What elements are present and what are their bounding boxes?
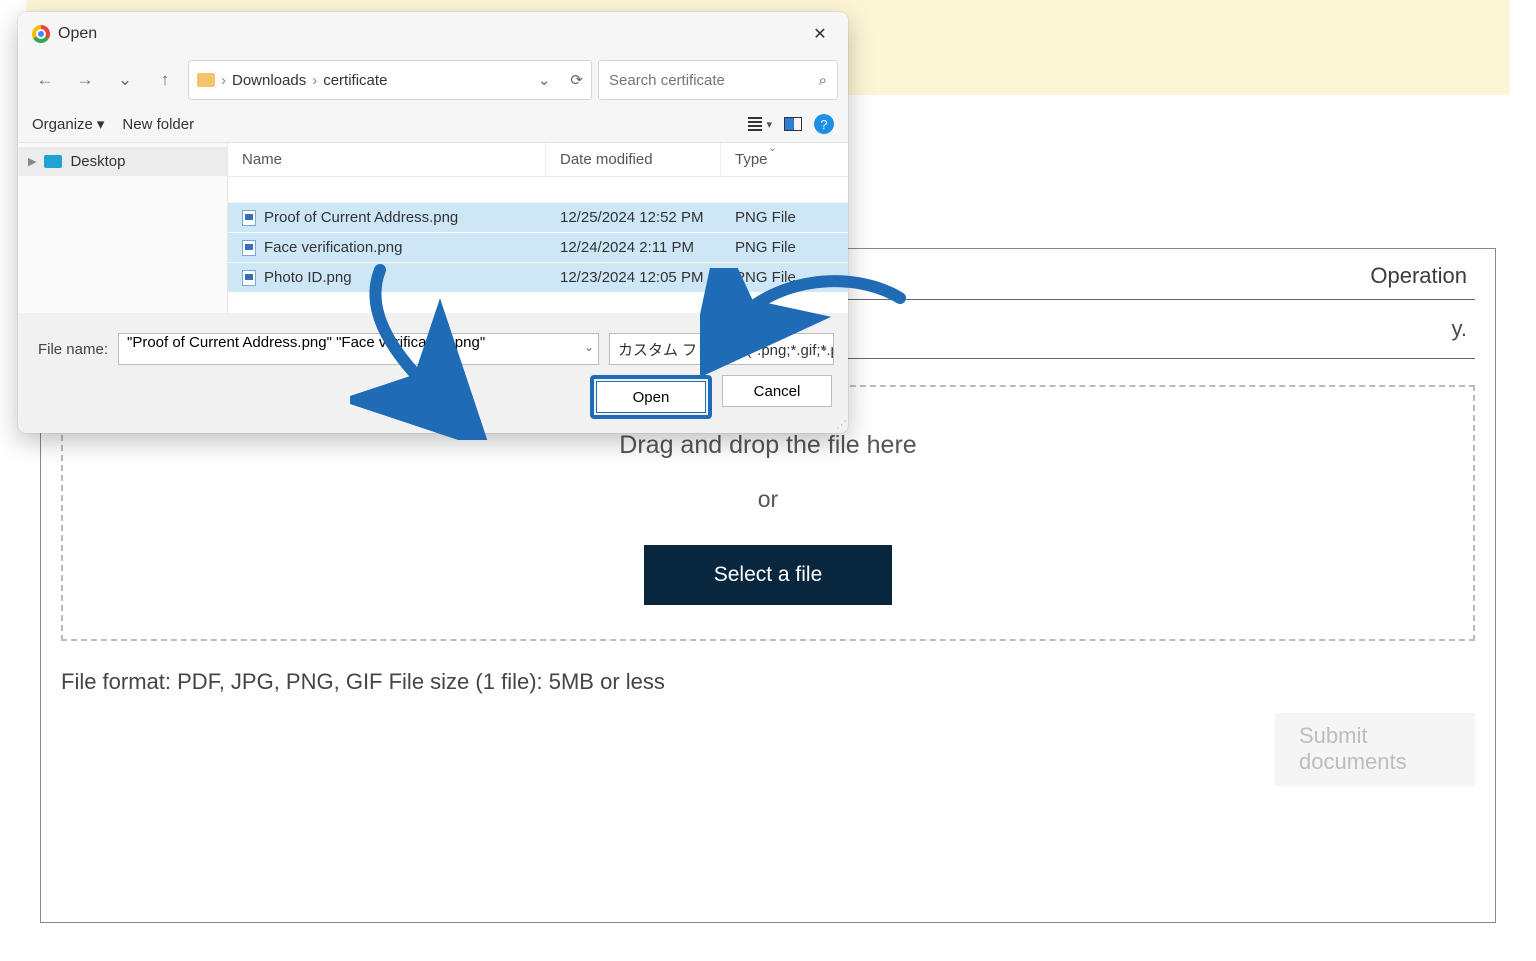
search-input[interactable] bbox=[609, 72, 819, 89]
file-date: 12/25/2024 12:52 PM bbox=[546, 203, 721, 232]
dialog-title: Open bbox=[58, 25, 97, 43]
preview-pane-button[interactable] bbox=[784, 117, 802, 131]
dialog-titlebar: Open ✕ bbox=[18, 12, 848, 52]
type-filter-text: カスタム ファイル (*.png;*.gif;*.pdf) bbox=[618, 339, 834, 360]
file-name-input[interactable] bbox=[127, 334, 576, 351]
file-date: 12/24/2024 2:11 PM bbox=[546, 233, 721, 262]
chevron-down-icon: ▾ bbox=[766, 118, 772, 131]
file-name: Photo ID.png bbox=[264, 269, 352, 286]
submit-documents-button[interactable]: Submit documents bbox=[1275, 713, 1475, 786]
th-operation: Operation bbox=[1188, 249, 1475, 300]
file-name-field-wrap: ⌄ bbox=[118, 333, 599, 365]
sidebar-item-desktop[interactable]: ▶ Desktop bbox=[18, 147, 227, 176]
file-type-filter[interactable]: カスタム ファイル (*.png;*.gif;*.pdf) ⌄ bbox=[609, 333, 834, 365]
view-button[interactable]: ▾ bbox=[748, 117, 772, 131]
column-headers[interactable]: ⌄ Name Date modified Type bbox=[228, 143, 848, 177]
file-row[interactable]: Proof of Current Address.png 12/25/2024 1… bbox=[228, 203, 848, 233]
sort-indicator-icon: ⌄ bbox=[768, 141, 777, 154]
toolbar-row: Organize▾ New folder ▾ ? bbox=[18, 108, 848, 142]
col-type[interactable]: Type bbox=[721, 143, 848, 176]
path-dropdown[interactable]: ⌄ bbox=[538, 71, 551, 89]
dialog-body: ▶ Desktop ⌄ Name Date modified Type Proo… bbox=[18, 142, 848, 313]
close-button[interactable]: ✕ bbox=[800, 18, 840, 50]
recent-dropdown[interactable]: ⌄ bbox=[108, 63, 142, 97]
file-date: 12/23/2024 12:05 PM bbox=[546, 263, 721, 292]
col-date[interactable]: Date modified bbox=[546, 143, 721, 176]
crumb-downloads[interactable]: Downloads bbox=[232, 72, 306, 89]
search-box[interactable]: ⌕ bbox=[598, 60, 838, 100]
list-view-icon bbox=[748, 117, 762, 131]
file-type: PNG File bbox=[721, 233, 848, 262]
file-row[interactable]: Face verification.png 12/24/2024 2:11 PMP… bbox=[228, 233, 848, 263]
organize-menu[interactable]: Organize▾ bbox=[32, 115, 104, 133]
file-list: ⌄ Name Date modified Type Proof of Curre… bbox=[228, 143, 848, 313]
chrome-icon bbox=[32, 25, 50, 43]
file-type: PNG File bbox=[721, 263, 848, 292]
chevron-right-icon: › bbox=[221, 72, 226, 89]
sidebar-label: Desktop bbox=[70, 153, 125, 170]
col-name[interactable]: Name bbox=[228, 143, 546, 176]
new-folder-button[interactable]: New folder bbox=[122, 116, 194, 133]
folder-icon bbox=[197, 73, 215, 87]
dropzone-or: or bbox=[83, 486, 1453, 513]
desktop-icon bbox=[44, 155, 62, 168]
refresh-button[interactable]: ⟳ bbox=[570, 71, 583, 89]
select-file-button[interactable]: Select a file bbox=[644, 545, 893, 605]
file-type: PNG File bbox=[721, 203, 848, 232]
crumb-certificate[interactable]: certificate bbox=[323, 72, 387, 89]
sidebar: ▶ Desktop bbox=[18, 143, 228, 313]
dropzone-title: Drag and drop the file here bbox=[83, 431, 1453, 460]
image-file-icon bbox=[242, 210, 256, 226]
file-name: Proof of Current Address.png bbox=[264, 209, 458, 226]
resize-grip-icon[interactable]: ⋰ bbox=[836, 418, 844, 431]
cancel-button[interactable]: Cancel bbox=[722, 375, 832, 407]
chevron-right-icon: › bbox=[312, 72, 317, 89]
file-name-label: File name: bbox=[32, 341, 108, 358]
forward-button[interactable]: → bbox=[68, 63, 102, 97]
file-name: Face verification.png bbox=[264, 239, 402, 256]
chevron-right-icon: ▶ bbox=[28, 155, 36, 168]
image-file-icon bbox=[242, 240, 256, 256]
file-row[interactable]: Photo ID.png 12/23/2024 12:05 PMPNG File bbox=[228, 263, 848, 293]
file-open-dialog: Open ✕ ← → ⌄ ↑ › Downloads › certificate… bbox=[18, 12, 848, 433]
image-file-icon bbox=[242, 270, 256, 286]
open-highlight: Open bbox=[590, 375, 712, 419]
breadcrumb-bar[interactable]: › Downloads › certificate ⌄ ⟳ bbox=[188, 60, 592, 100]
blank-row bbox=[228, 177, 848, 203]
help-button[interactable]: ? bbox=[814, 114, 834, 134]
up-button[interactable]: ↑ bbox=[148, 63, 182, 97]
dialog-bottombar: File name: ⌄ カスタム ファイル (*.png;*.gif;*.pd… bbox=[18, 313, 848, 433]
file-format-note: File format: PDF, JPG, PNG, GIF File siz… bbox=[61, 669, 1475, 695]
chevron-down-icon: ▾ bbox=[97, 115, 105, 133]
back-button[interactable]: ← bbox=[28, 63, 62, 97]
search-icon: ⌕ bbox=[819, 72, 827, 89]
nav-row: ← → ⌄ ↑ › Downloads › certificate ⌄ ⟳ ⌕ bbox=[18, 52, 848, 108]
chevron-down-icon: ⌄ bbox=[584, 340, 594, 354]
open-button[interactable]: Open bbox=[596, 381, 706, 413]
